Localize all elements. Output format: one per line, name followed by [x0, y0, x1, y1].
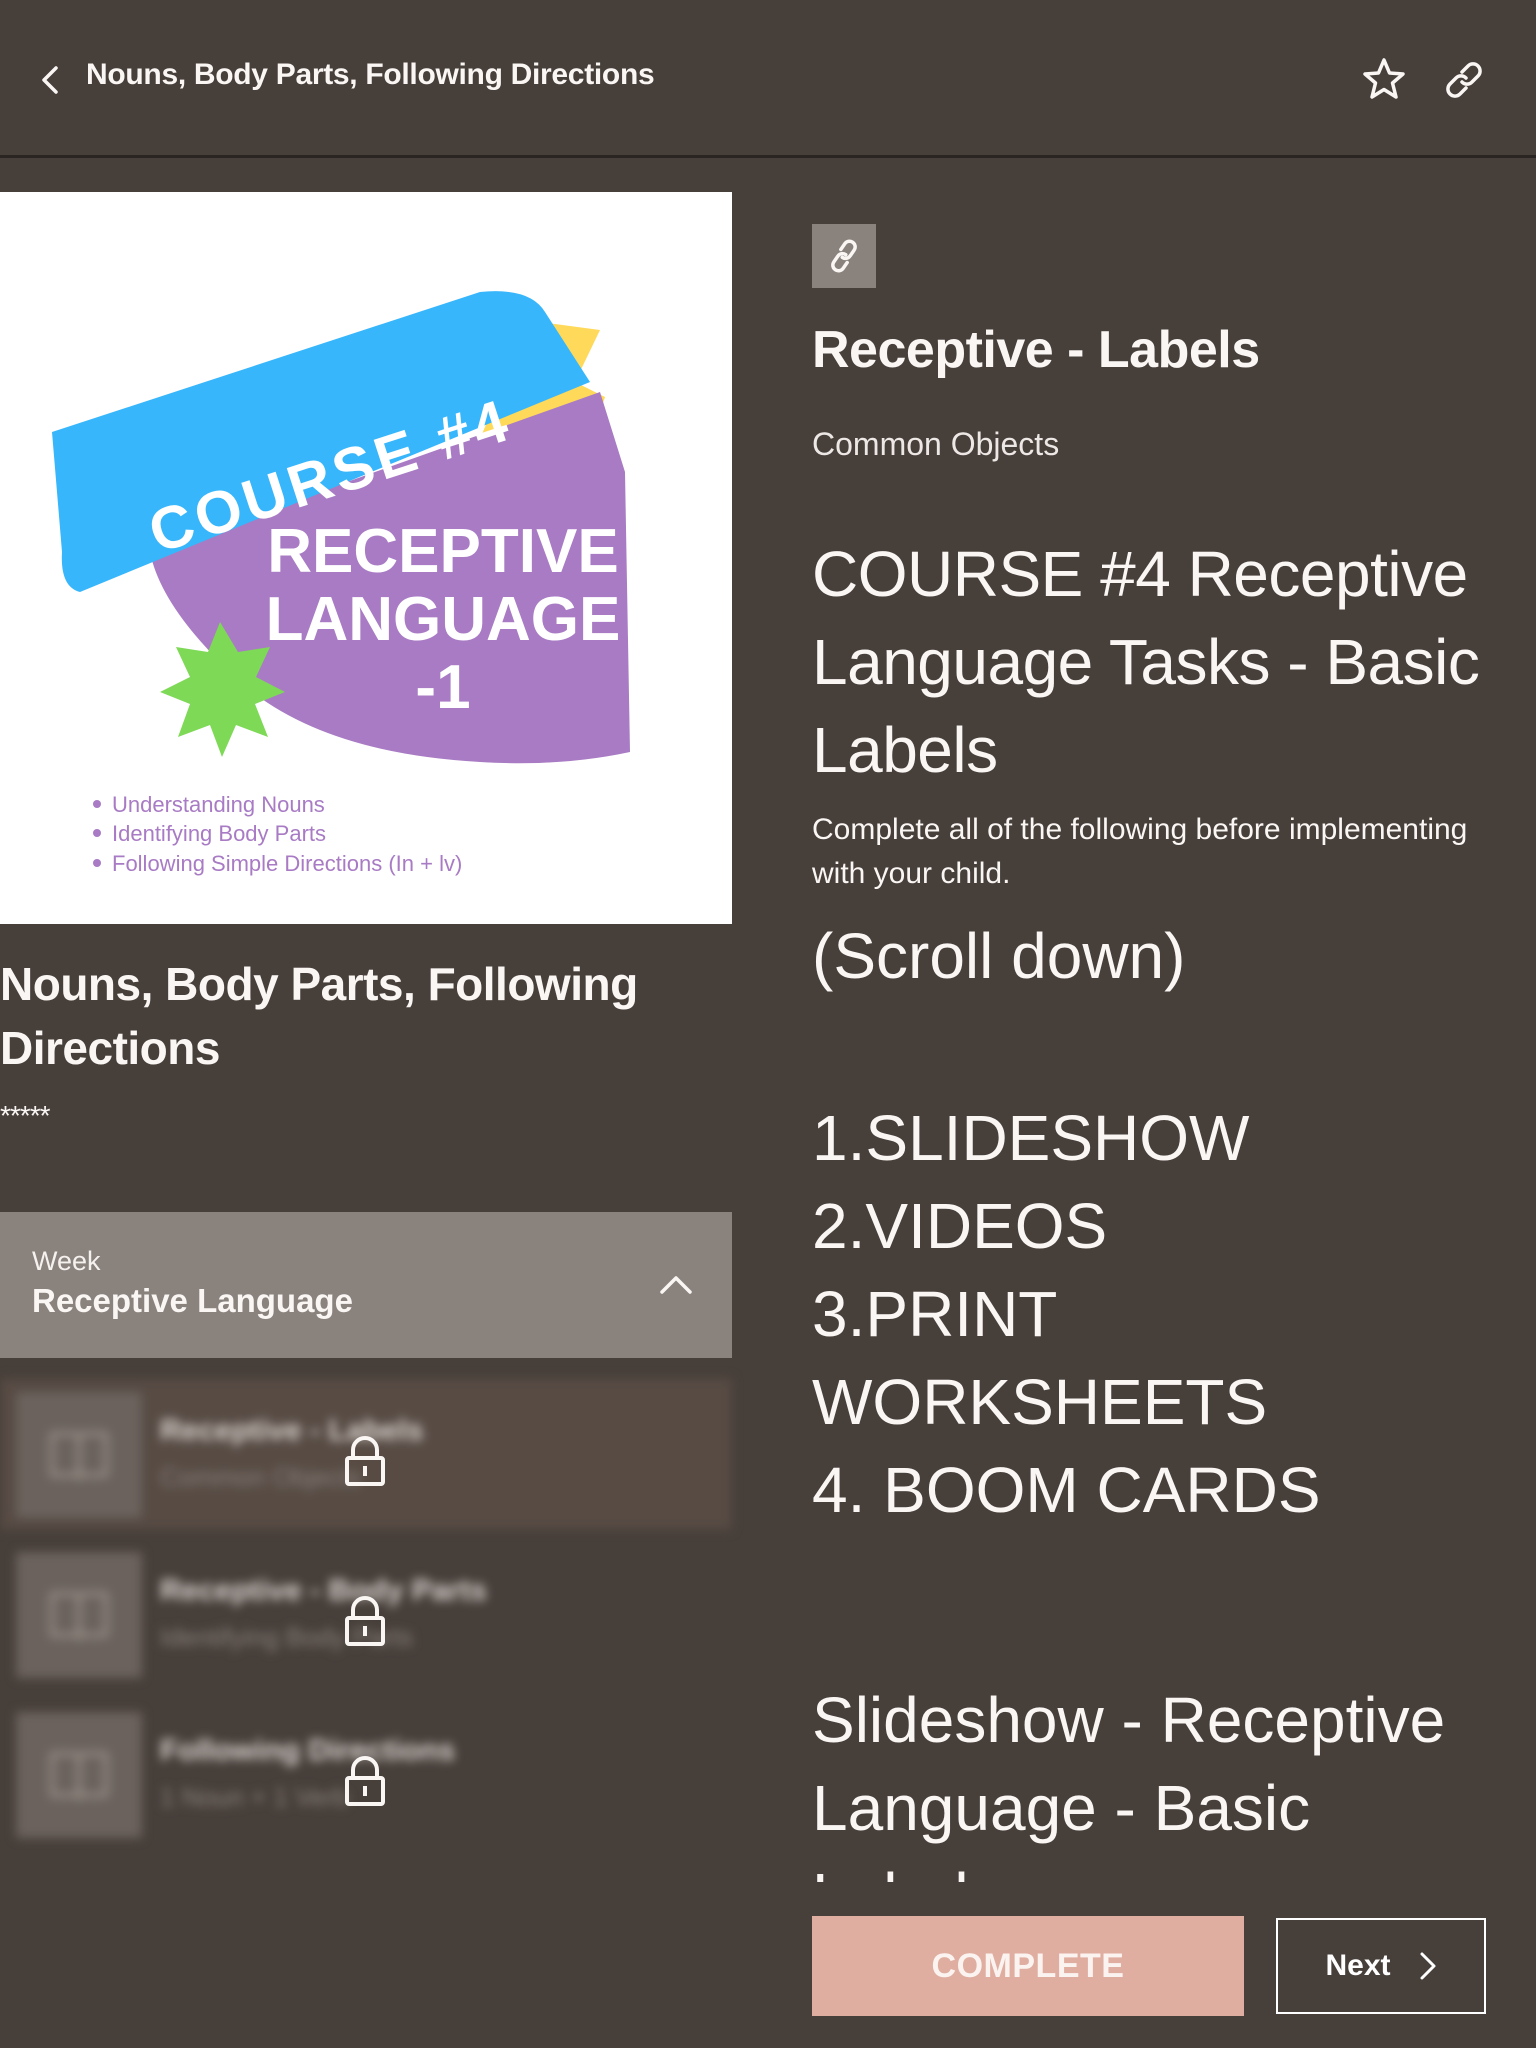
- steps-list: 1.SLIDESHOW 2.VIDEOS 3.PRINT WORKSHEETS …: [812, 1094, 1512, 1534]
- cover-bullet: Following Simple Directions (In + lv): [112, 851, 462, 876]
- cover-title-line3: -1: [415, 653, 470, 722]
- next-button[interactable]: Next: [1276, 1918, 1486, 2014]
- lesson-detail-title: Receptive - Labels: [812, 321, 1260, 379]
- book-icon: [50, 1592, 108, 1640]
- week-label: Week: [32, 1246, 101, 1276]
- next-label: Next: [1325, 1949, 1391, 1982]
- header-title: Nouns, Body Parts, Following Directions: [86, 58, 655, 91]
- lock-icon: [345, 1756, 385, 1806]
- lesson-thumbnail: [16, 1552, 142, 1678]
- week-accordion-header[interactable]: Week Receptive Language: [0, 1212, 732, 1358]
- favorite-button[interactable]: [1358, 54, 1410, 106]
- chevron-right-icon: [1420, 1952, 1436, 1980]
- week-name: Receptive Language: [32, 1282, 353, 1319]
- link-icon: [1446, 62, 1482, 98]
- lesson-subtitle: Common Objects: [160, 1462, 361, 1492]
- section-heading: Slideshow - Receptive Language - Basic L…: [812, 1684, 1446, 1882]
- course-rating: *****: [0, 1100, 50, 1131]
- lesson-link-button[interactable]: [812, 224, 876, 288]
- course-cover-artwork: COURSE #4 RECEPTIVE LANGUAGE -1 Understa…: [52, 291, 630, 876]
- content-heading: COURSE #4 Receptive Language Tasks - Bas…: [812, 538, 1480, 786]
- lock-icon: [345, 1436, 385, 1486]
- top-app-bar: Nouns, Body Parts, Following Directions: [0, 0, 1536, 158]
- link-icon: [831, 239, 857, 273]
- lesson-detail-subtitle: Common Objects: [812, 426, 1060, 462]
- chevron-up-icon[interactable]: [656, 1270, 696, 1298]
- cover-title-line1: RECEPTIVE: [267, 517, 618, 586]
- lesson-title: Following Directions: [160, 1734, 456, 1767]
- lesson-content[interactable]: COURSE #4 Receptive Language Tasks - Bas…: [812, 530, 1512, 1882]
- lesson-item[interactable]: Receptive - Labels Common Objects: [0, 1378, 732, 1530]
- lock-icon: [345, 1596, 385, 1646]
- cover-bullet: Identifying Body Parts: [112, 821, 326, 846]
- cover-bullet: Understanding Nouns: [112, 792, 325, 817]
- lesson-item[interactable]: Following Directions 1 Noun + 1 Verb: [0, 1698, 732, 1850]
- step-item: 3.PRINT WORKSHEETS: [812, 1278, 1268, 1438]
- book-icon: [50, 1752, 108, 1800]
- copy-link-button[interactable]: [1438, 54, 1490, 106]
- step-item: 4. BOOM CARDS: [812, 1454, 1321, 1526]
- back-button[interactable]: [36, 60, 68, 100]
- step-item: 2.VIDEOS: [812, 1190, 1108, 1262]
- scroll-hint: (Scroll down): [812, 920, 1186, 992]
- step-item: 1.SLIDESHOW: [812, 1102, 1250, 1174]
- cover-title-line2: LANGUAGE: [266, 585, 621, 654]
- lesson-thumbnail: [16, 1712, 142, 1838]
- lesson-title: Receptive - Body Parts: [160, 1574, 487, 1607]
- course-title: Nouns, Body Parts, Following Directions: [0, 958, 638, 1074]
- lesson-item[interactable]: Receptive - Body Parts Identifying Body …: [0, 1538, 732, 1690]
- complete-button[interactable]: COMPLETE: [812, 1916, 1244, 2016]
- content-intro: Complete all of the following before imp…: [812, 813, 1468, 890]
- book-icon: [50, 1432, 108, 1480]
- lesson-subtitle: 1 Noun + 1 Verb: [160, 1782, 349, 1812]
- lesson-thumbnail: [16, 1392, 142, 1518]
- course-cover-image: COURSE #4 RECEPTIVE LANGUAGE -1 Understa…: [0, 192, 732, 924]
- star-icon: [1363, 58, 1405, 99]
- chevron-left-icon: [42, 66, 58, 94]
